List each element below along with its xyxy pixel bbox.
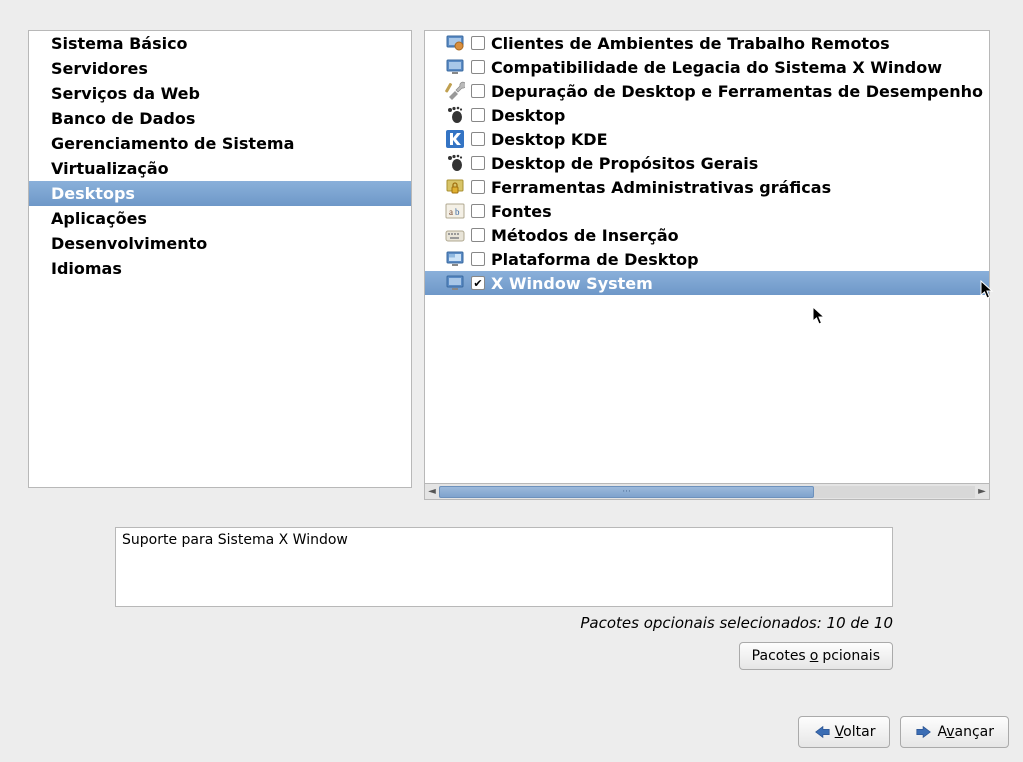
package-label: Ferramentas Administrativas gráficas — [491, 178, 831, 197]
optional-button-prefix: Pacotes — [752, 648, 806, 664]
package-checkbox[interactable] — [471, 204, 485, 218]
arrow-left-icon — [813, 725, 831, 739]
platform-icon — [445, 249, 465, 269]
category-item[interactable]: Sistema Básico — [29, 31, 411, 56]
monitor-icon — [445, 273, 465, 293]
package-list: Clientes de Ambientes de Trabalho Remoto… — [424, 30, 990, 484]
package-checkbox[interactable] — [471, 36, 485, 50]
package-row[interactable]: X Window System — [425, 271, 989, 295]
back-button[interactable]: Voltar — [798, 716, 891, 748]
tools-icon — [445, 81, 465, 101]
package-row[interactable]: Clientes de Ambientes de Trabalho Remoto… — [425, 31, 989, 55]
category-item[interactable]: Banco de Dados — [29, 106, 411, 131]
package-checkbox[interactable] — [471, 252, 485, 266]
scrollbar-track[interactable]: ··· — [439, 486, 975, 498]
package-row[interactable]: Depuração de Desktop e Ferramentas de De… — [425, 79, 989, 103]
optional-button-suffix: pcionais — [822, 648, 880, 664]
kde-icon — [445, 129, 465, 149]
description-box: Suporte para Sistema X Window — [115, 527, 893, 607]
package-label: Depuração de Desktop e Ferramentas de De… — [491, 82, 983, 101]
package-checkbox[interactable] — [471, 108, 485, 122]
svg-text:a: a — [449, 207, 453, 217]
package-label: Plataforma de Desktop — [491, 250, 699, 269]
package-label: Desktop — [491, 106, 565, 125]
input-icon — [445, 225, 465, 245]
forward-button-prefix: A — [937, 724, 946, 740]
arrow-right-icon — [915, 725, 933, 739]
package-label: Desktop de Propósitos Gerais — [491, 154, 758, 173]
optional-button-underline: o — [810, 648, 819, 664]
package-label: Compatibilidade de Legacia do Sistema X … — [491, 58, 942, 77]
package-row[interactable]: Métodos de Inserção — [425, 223, 989, 247]
package-row[interactable]: Ferramentas Administrativas gráficas — [425, 175, 989, 199]
package-checkbox[interactable] — [471, 60, 485, 74]
back-button-underline: V — [835, 724, 844, 740]
package-row[interactable]: Desktop de Propósitos Gerais — [425, 151, 989, 175]
category-item[interactable]: Idiomas — [29, 256, 411, 281]
package-label: Clientes de Ambientes de Trabalho Remoto… — [491, 34, 890, 53]
package-checkbox[interactable] — [471, 276, 485, 290]
package-label: Desktop KDE — [491, 130, 608, 149]
package-checkbox[interactable] — [471, 156, 485, 170]
font-icon: ab — [445, 201, 465, 221]
horizontal-scrollbar[interactable]: ◄ ··· ► — [424, 484, 990, 500]
scroll-right-icon[interactable]: ► — [975, 485, 989, 499]
category-list: Sistema BásicoServidoresServiços da WebB… — [28, 30, 412, 488]
back-button-suffix: oltar — [843, 724, 875, 740]
package-row[interactable]: Desktop KDE — [425, 127, 989, 151]
category-item[interactable]: Desktops — [29, 181, 411, 206]
svg-text:b: b — [455, 207, 460, 217]
monitor-icon — [445, 57, 465, 77]
scroll-left-icon[interactable]: ◄ — [425, 485, 439, 499]
category-item[interactable]: Virtualização — [29, 156, 411, 181]
lock-icon — [445, 177, 465, 197]
category-item[interactable]: Gerenciamento de Sistema — [29, 131, 411, 156]
category-item[interactable]: Servidores — [29, 56, 411, 81]
scrollbar-thumb[interactable]: ··· — [439, 486, 814, 498]
package-row[interactable]: Desktop — [425, 103, 989, 127]
forward-button[interactable]: Avançar — [900, 716, 1009, 748]
package-row[interactable]: Plataforma de Desktop — [425, 247, 989, 271]
gnome-foot-icon — [445, 105, 465, 125]
package-checkbox[interactable] — [471, 228, 485, 242]
category-item[interactable]: Aplicações — [29, 206, 411, 231]
package-checkbox[interactable] — [471, 180, 485, 194]
package-row[interactable]: ab Fontes — [425, 199, 989, 223]
category-item[interactable]: Serviços da Web — [29, 81, 411, 106]
package-checkbox[interactable] — [471, 84, 485, 98]
forward-button-underline: v — [946, 724, 954, 740]
optional-packages-status: Pacotes opcionais selecionados: 10 de 10 — [115, 614, 893, 632]
package-label: Fontes — [491, 202, 552, 221]
remote-desktop-icon — [445, 33, 465, 53]
gnome-foot-icon — [445, 153, 465, 173]
package-row[interactable]: Compatibilidade de Legacia do Sistema X … — [425, 55, 989, 79]
package-label: Métodos de Inserção — [491, 226, 679, 245]
forward-button-suffix: ançar — [955, 724, 994, 740]
package-checkbox[interactable] — [471, 132, 485, 146]
category-item[interactable]: Desenvolvimento — [29, 231, 411, 256]
optional-packages-button[interactable]: Pacotes opcionais — [739, 642, 893, 670]
package-label: X Window System — [491, 274, 653, 293]
